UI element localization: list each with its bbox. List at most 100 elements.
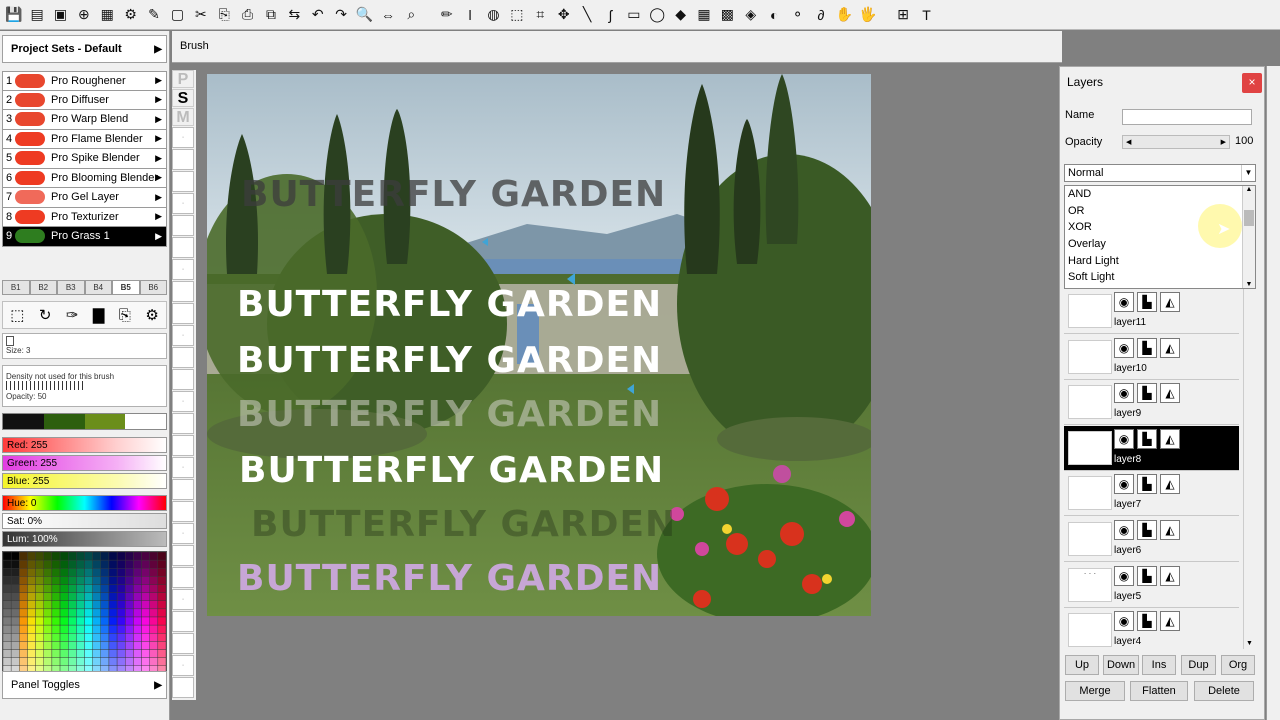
expand-arrow-icon[interactable]: ▶: [155, 133, 162, 144]
palette-swatch[interactable]: [10, 576, 20, 585]
bank-tab-b3[interactable]: B3: [57, 280, 85, 295]
lock-icon[interactable]: ▙: [1137, 520, 1157, 540]
palette-swatch[interactable]: [116, 616, 126, 626]
brush-icon[interactable]: ✏: [435, 3, 458, 27]
palette-swatch[interactable]: [125, 592, 134, 601]
palette-swatch[interactable]: [141, 616, 150, 626]
palette-swatch[interactable]: [141, 657, 150, 666]
palette-swatch[interactable]: [149, 552, 159, 561]
palette-swatch[interactable]: [68, 568, 77, 577]
palette-swatch[interactable]: [68, 641, 77, 650]
palette-swatch[interactable]: [51, 600, 61, 610]
palette-swatch[interactable]: [27, 592, 36, 601]
page-arrow-icon[interactable]: ▦: [96, 3, 119, 27]
palette-swatch[interactable]: [10, 616, 20, 626]
palette-swatch[interactable]: [133, 649, 142, 658]
palette-swatch[interactable]: [35, 633, 44, 642]
strip-slot[interactable]: [172, 545, 194, 566]
palette-swatch[interactable]: [43, 600, 53, 610]
palette-swatch[interactable]: [84, 584, 93, 593]
layer-delete-button[interactable]: Delete: [1194, 681, 1254, 701]
palette-swatch[interactable]: [68, 584, 77, 593]
palette-swatch[interactable]: [35, 624, 44, 634]
brush-item[interactable]: 8 Pro Texturizer ▶: [2, 207, 167, 227]
palette-swatch[interactable]: [35, 649, 44, 658]
paint-bucket-icon[interactable]: ◭: [1160, 292, 1180, 312]
palette-swatch[interactable]: [51, 552, 61, 561]
copy-icon[interactable]: ⎘: [213, 3, 236, 27]
palette-swatch[interactable]: [125, 576, 134, 585]
palette-swatch[interactable]: [108, 600, 118, 610]
palette-swatch[interactable]: [10, 568, 20, 577]
strip-slot[interactable]: [172, 633, 194, 654]
strip-slot[interactable]: ·: [172, 127, 194, 148]
palette-swatch[interactable]: [133, 559, 142, 569]
palette-swatch[interactable]: [35, 576, 44, 585]
warp-icon[interactable]: ◈: [739, 3, 762, 27]
palette-swatch[interactable]: [59, 552, 69, 561]
sharpen-icon[interactable]: ⚬: [786, 3, 809, 27]
palette-swatch[interactable]: [35, 559, 44, 569]
palette-swatch[interactable]: [35, 600, 44, 610]
palette-swatch[interactable]: [149, 584, 159, 593]
palette-swatch[interactable]: [10, 657, 20, 666]
palette-swatch[interactable]: [76, 568, 85, 577]
layer-flatten-button[interactable]: Flatten: [1130, 681, 1188, 701]
palette-swatch[interactable]: [68, 657, 77, 666]
palette-swatch[interactable]: [141, 552, 150, 561]
strip-slot[interactable]: ·: [172, 391, 194, 412]
blend-mode-select[interactable]: Normal ▼: [1064, 164, 1256, 182]
panel-toggles-header[interactable]: Panel Toggles ▶: [2, 671, 167, 699]
palette-swatch[interactable]: [125, 624, 134, 634]
palette-swatch[interactable]: [51, 657, 61, 666]
strip-slot[interactable]: ·: [172, 523, 194, 544]
palette-swatch[interactable]: [157, 657, 166, 666]
palette-swatch[interactable]: [10, 641, 20, 650]
page-add-icon[interactable]: ⊕: [72, 3, 95, 27]
layer-ins-button[interactable]: Ins: [1142, 655, 1176, 675]
palette-swatch[interactable]: [43, 552, 53, 561]
palette-swatch[interactable]: [68, 559, 77, 569]
palette-swatch[interactable]: [92, 559, 101, 569]
palette-swatch[interactable]: [100, 584, 110, 593]
scale-icon[interactable]: ⇔: [376, 3, 399, 27]
lasso-icon[interactable]: ʃ: [599, 3, 622, 27]
palette-swatch[interactable]: [51, 641, 61, 650]
palette-swatch[interactable]: [125, 608, 134, 618]
green-slider[interactable]: Green: 255: [2, 455, 167, 471]
palette-swatch[interactable]: [84, 600, 93, 610]
visibility-eye-icon[interactable]: ◉: [1114, 292, 1134, 312]
strip-slot[interactable]: ·: [172, 259, 194, 280]
palette-swatch[interactable]: [149, 633, 159, 642]
palette-swatch[interactable]: [3, 592, 12, 601]
palette-swatch[interactable]: [76, 608, 85, 618]
palette-swatch[interactable]: [3, 576, 12, 585]
palette-swatch[interactable]: [133, 552, 142, 561]
palette-swatch[interactable]: [19, 616, 28, 626]
palette-swatch[interactable]: [10, 608, 20, 618]
palette-swatch[interactable]: [133, 584, 142, 593]
palette-swatch[interactable]: [133, 576, 142, 585]
palette-swatch[interactable]: [68, 624, 77, 634]
palette-swatch[interactable]: [76, 592, 85, 601]
palette-swatch[interactable]: [108, 592, 118, 601]
palette-swatch[interactable]: [3, 616, 12, 626]
palette-swatch[interactable]: [3, 600, 12, 610]
palette-swatch[interactable]: [116, 649, 126, 658]
palette-swatch[interactable]: [100, 641, 110, 650]
palette-swatch[interactable]: [84, 559, 93, 569]
palette-swatch[interactable]: [157, 633, 166, 642]
paint-bucket-icon[interactable]: ◭: [1160, 520, 1180, 540]
palette-swatch[interactable]: [108, 657, 118, 666]
palette-swatch[interactable]: [19, 624, 28, 634]
palette-swatch[interactable]: [59, 576, 69, 585]
palette-swatch[interactable]: [27, 624, 36, 634]
palette-swatch[interactable]: [141, 568, 150, 577]
palette-swatch[interactable]: [108, 584, 118, 593]
move-icon[interactable]: ✥: [552, 3, 575, 27]
palette-swatch[interactable]: [125, 641, 134, 650]
palette-swatch[interactable]: [43, 568, 53, 577]
palette-swatch[interactable]: [100, 657, 110, 666]
magnifier-icon[interactable]: ⌕: [400, 3, 423, 27]
palette-swatch[interactable]: [35, 568, 44, 577]
